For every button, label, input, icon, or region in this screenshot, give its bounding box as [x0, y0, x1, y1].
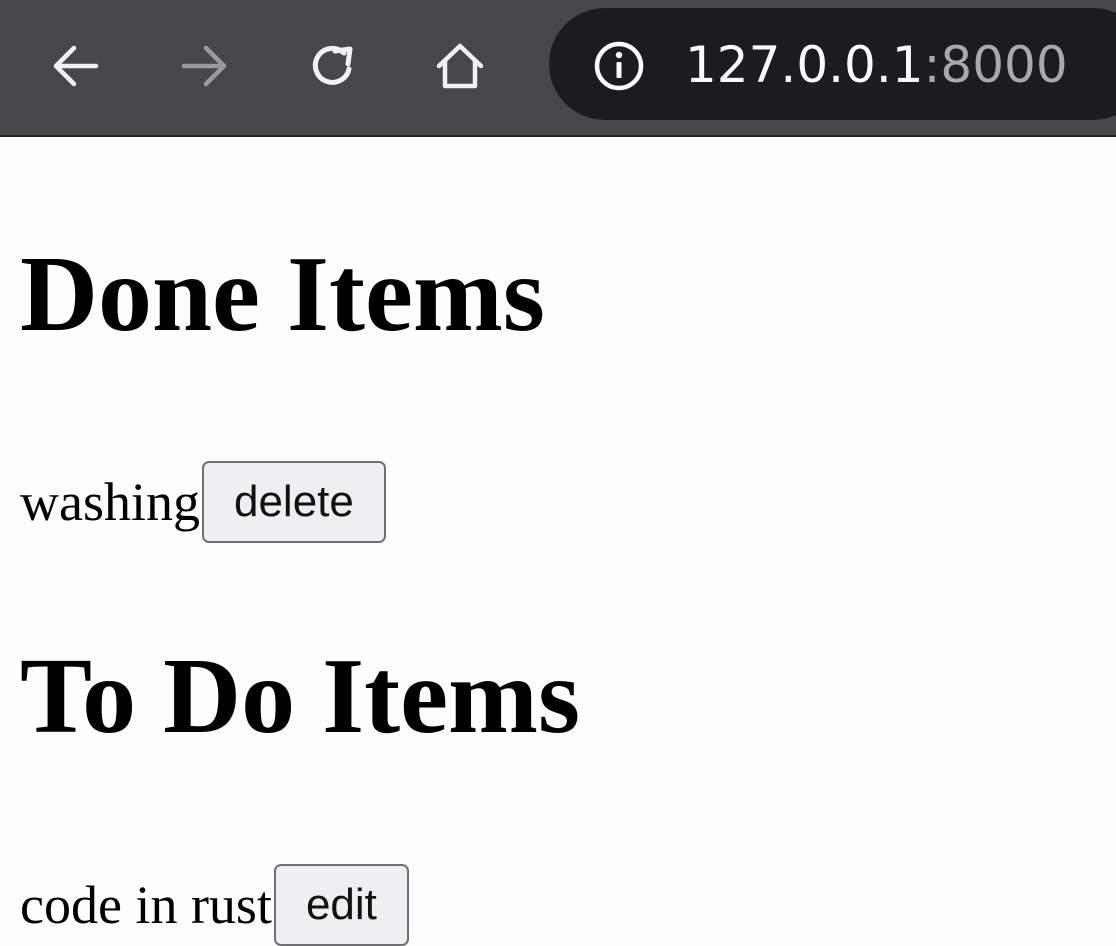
forward-arrow-icon [181, 45, 227, 87]
page-content: Done Items washing delete To Do Items co… [0, 137, 1116, 946]
url-text[interactable]: 127.0.0.1:8000 [685, 30, 1068, 100]
edit-button[interactable]: edit [273, 864, 409, 946]
url-host: 127.0.0.1 [685, 36, 924, 94]
back-button[interactable] [44, 34, 108, 98]
delete-button[interactable]: delete [201, 461, 386, 543]
done-item-label: washing [20, 472, 200, 532]
todo-items-heading: To Do Items [20, 637, 581, 756]
info-icon[interactable] [593, 40, 645, 92]
todo-item-label: code in rust [20, 875, 272, 935]
reload-button[interactable] [300, 34, 364, 98]
home-button[interactable] [428, 34, 492, 98]
back-arrow-icon [53, 45, 99, 87]
home-icon [436, 43, 484, 89]
done-item-row: washing delete [20, 461, 386, 543]
todo-item-row: code in rust edit [20, 864, 409, 946]
address-bar[interactable]: 127.0.0.1:8000 [549, 8, 1116, 120]
reload-icon [312, 45, 353, 85]
browser-toolbar: 127.0.0.1:8000 [0, 0, 1116, 137]
url-port: :8000 [923, 36, 1068, 94]
forward-button[interactable] [172, 34, 236, 98]
done-items-heading: Done Items [20, 235, 545, 354]
